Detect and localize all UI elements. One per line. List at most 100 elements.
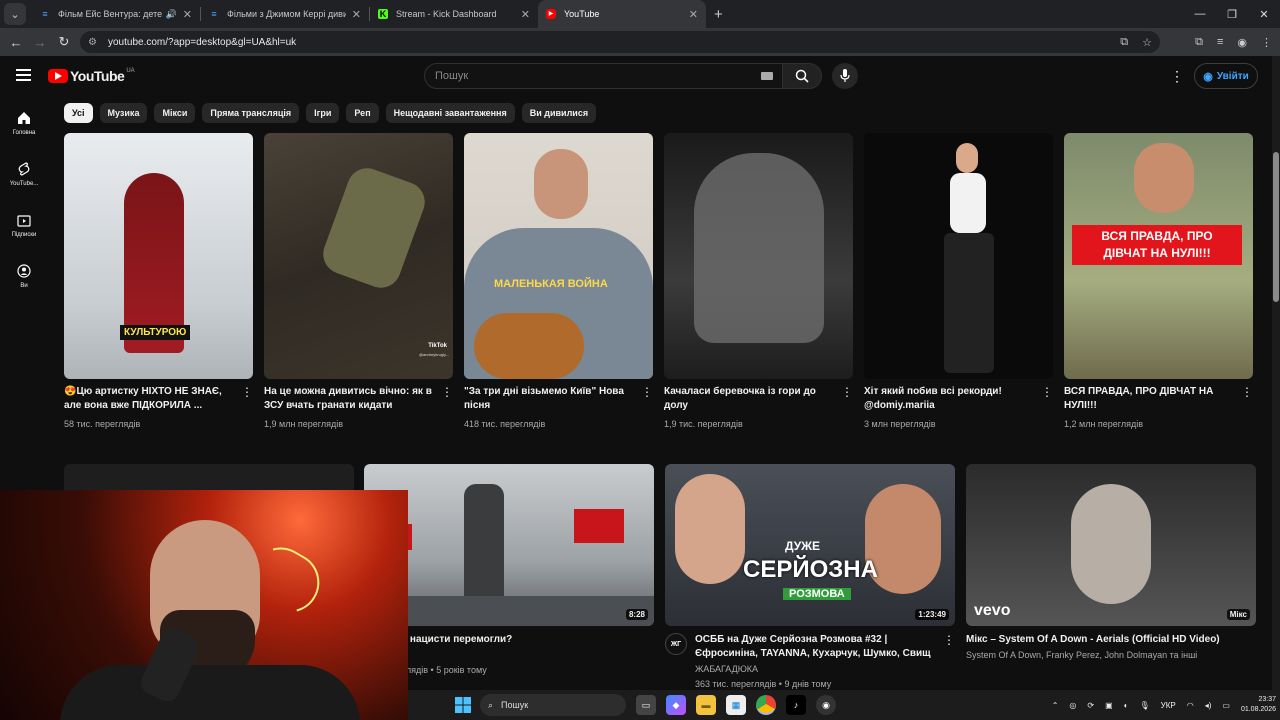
chip-music[interactable]: Музика [99, 103, 148, 123]
taskbar-search[interactable]: ⌕ Пошук [480, 694, 626, 716]
video-thumbnail[interactable]: vevo Мікс [966, 464, 1256, 626]
wifi-icon[interactable]: ◠ [1187, 701, 1194, 710]
more-actions-icon[interactable]: ⋮ [943, 633, 955, 690]
search-button[interactable] [782, 63, 822, 89]
short-thumbnail[interactable]: ВСЯ ПРАВДА, ПРО ДІВЧАТ НА НУЛІ!!! [1064, 133, 1253, 379]
back-icon[interactable]: ← [4, 35, 28, 50]
chip-all[interactable]: Усі [64, 103, 93, 123]
short-title[interactable]: 😍Цю артистку НІХТО НЕ ЗНАЄ, але вона вже… [64, 385, 239, 413]
file-explorer-icon[interactable]: ▬ [696, 695, 716, 715]
address-bar[interactable]: ⚙ youtube.com/?app=desktop&gl=UA&hl=uk ⧉… [80, 31, 1160, 53]
browser-tab-active[interactable]: ▶ YouTube ✕ [538, 0, 706, 28]
more-actions-icon[interactable]: ⋮ [639, 385, 653, 413]
short-title[interactable]: На це можна дивитись вічно: як в ЗСУ вча… [264, 385, 439, 413]
keyboard-language[interactable]: УКР [1161, 701, 1176, 710]
tray-app-icon[interactable]: ▣ [1105, 701, 1113, 710]
browser-tab[interactable]: ≡ Фільми з Джимом Керрі диви ✕ [201, 0, 369, 28]
volume-icon[interactable]: ◂) [1205, 701, 1212, 710]
guide-item-shorts[interactable]: YouTube... [0, 149, 48, 200]
page-scrollbar[interactable] [1272, 56, 1280, 690]
task-view-icon[interactable]: ▭ [636, 695, 656, 715]
chip-rap[interactable]: Реп [346, 103, 379, 123]
bookmark-star-icon[interactable]: ☆ [1142, 36, 1152, 49]
short-thumbnail[interactable]: TikTok @andreykrugly... [264, 133, 453, 379]
video-title[interactable]: Мікс – System Of A Down - Aerials (Offic… [966, 633, 1220, 647]
close-tab-icon[interactable]: ✕ [689, 8, 698, 21]
chip-games[interactable]: Ігри [306, 103, 340, 123]
sign-in-button[interactable]: ◉ Увійти [1194, 63, 1258, 89]
chip-watched[interactable]: Ви дивилися [521, 103, 597, 123]
speaker-icon[interactable]: 🔊 [166, 9, 177, 20]
install-app-icon[interactable]: ⧉ [1120, 36, 1128, 49]
more-actions-icon[interactable]: ⋮ [839, 385, 853, 413]
restore-icon[interactable]: ❐ [1216, 8, 1248, 21]
tray-app-icon[interactable]: ◎ [1069, 701, 1076, 710]
channel-avatar[interactable]: ЖГ [665, 633, 687, 655]
browser-menu-icon[interactable]: ⋮ [1261, 36, 1272, 49]
tiktok-icon[interactable]: ♪ [786, 695, 806, 715]
short-card[interactable]: Качалаcи беревочка із гори до долу ⋮ 1,9… [664, 133, 853, 429]
short-card[interactable]: ВСЯ ПРАВДА, ПРО ДІВЧАТ НА НУЛІ!!! ВСЯ ПР… [1064, 133, 1253, 429]
media-controls-icon[interactable]: ≡ [1217, 36, 1223, 48]
short-thumbnail[interactable] [664, 133, 853, 379]
tray-app-icon[interactable]: ◐ [1124, 701, 1129, 710]
browser-tab[interactable]: K Stream - Kick Dashboard ✕ [370, 0, 538, 28]
forward-icon[interactable]: → [28, 35, 52, 50]
youtube-logo[interactable]: YouTube UA [48, 68, 135, 84]
extensions-icon[interactable]: ⧉ [1195, 36, 1203, 49]
short-thumbnail[interactable] [864, 133, 1053, 379]
search-input[interactable]: Пошук [424, 63, 784, 89]
close-tab-icon[interactable]: ✕ [183, 8, 192, 21]
short-thumbnail[interactable]: МАЛЕНЬКАЯ ВОЙНА [464, 133, 653, 379]
short-title[interactable]: Хіт який побив всі рекорди! @domiy.marii… [864, 385, 1039, 413]
store-icon[interactable]: ▦ [726, 695, 746, 715]
copilot-icon[interactable]: ◆ [666, 695, 686, 715]
video-card[interactable]: vevo Мікс Мікс – System Of A Down - Aeri… [966, 464, 1256, 690]
chrome-icon[interactable] [756, 695, 776, 715]
more-actions-icon[interactable]: ⋮ [1039, 385, 1053, 413]
video-title[interactable]: ОСББ на Дуже Серйозна Розмова #32 | Єфро… [695, 633, 935, 661]
short-thumbnail[interactable]: КУЛЬТУРОЮ [64, 133, 253, 379]
battery-icon[interactable]: ▭ [1222, 701, 1230, 710]
short-card[interactable]: МАЛЕНЬКАЯ ВОЙНА "За три дні візьмемо Киї… [464, 133, 653, 429]
keyboard-icon[interactable] [761, 72, 773, 80]
short-title[interactable]: "За три дні візьмемо Київ" Нова пісня [464, 385, 639, 413]
channel-name[interactable]: ЖАБАГАДЮКА [695, 663, 935, 676]
guide-item-home[interactable]: Головна [0, 98, 48, 149]
voice-search-button[interactable] [832, 63, 858, 89]
windows-start-icon[interactable] [455, 697, 471, 713]
settings-kebab-icon[interactable]: ⋮ [1170, 68, 1184, 85]
tab-search-button[interactable]: ⌄ [4, 3, 26, 25]
guide-item-subscriptions[interactable]: Підписки [0, 200, 48, 251]
reload-icon[interactable]: ↻ [52, 34, 76, 50]
taskbar-clock[interactable]: 23:37 01.08.2026 [1241, 695, 1276, 715]
more-actions-icon[interactable]: ⋮ [239, 385, 253, 413]
scrollbar-thumb[interactable] [1273, 152, 1279, 302]
menu-icon[interactable] [16, 69, 31, 81]
new-tab-icon[interactable]: + [714, 6, 723, 23]
guide-item-you[interactable]: Ви [0, 251, 48, 302]
browser-tab[interactable]: ≡ Фільм Ейс Вентура: детект 🔊 ✕ [32, 0, 200, 28]
tray-app-icon[interactable]: ⟳ [1087, 701, 1094, 710]
tray-overflow-icon[interactable]: ⌃ [1052, 701, 1059, 710]
short-title[interactable]: Качалаcи беревочка із гори до долу [664, 385, 839, 413]
video-thumbnail[interactable]: ДУЖЕ СЕРЙОЗНА РОЗМОВА 1:23:49 [665, 464, 955, 626]
video-card[interactable]: ДУЖЕ СЕРЙОЗНА РОЗМОВА 1:23:49 ЖГ ОСББ на… [665, 464, 955, 690]
more-actions-icon[interactable]: ⋮ [1239, 385, 1253, 413]
short-card[interactable]: TikTok @andreykrugly... На це можна диви… [264, 133, 453, 429]
chip-live[interactable]: Пряма трансляція [202, 103, 300, 123]
more-actions-icon[interactable]: ⋮ [439, 385, 453, 413]
profile-icon[interactable]: ◉ [1237, 36, 1247, 49]
chip-mixes[interactable]: Мікси [154, 103, 196, 123]
minimize-icon[interactable]: — [1184, 8, 1216, 20]
close-tab-icon[interactable]: ✕ [521, 8, 530, 21]
obs-icon[interactable]: ◉ [816, 695, 836, 715]
chip-recent[interactable]: Нещодавні завантаження [385, 103, 515, 123]
close-window-icon[interactable]: ✕ [1248, 8, 1280, 21]
tray-mic-icon[interactable]: 🎙 [1139, 701, 1149, 710]
short-card[interactable]: Хіт який побив всі рекорди! @domiy.marii… [864, 133, 1053, 429]
short-title[interactable]: ВСЯ ПРАВДА, ПРО ДІВЧАТ НА НУЛІ!!! [1064, 385, 1239, 413]
short-card[interactable]: КУЛЬТУРОЮ 😍Цю артистку НІХТО НЕ ЗНАЄ, ал… [64, 133, 253, 429]
close-tab-icon[interactable]: ✕ [352, 8, 361, 21]
site-info-icon[interactable]: ⚙ [88, 37, 104, 48]
